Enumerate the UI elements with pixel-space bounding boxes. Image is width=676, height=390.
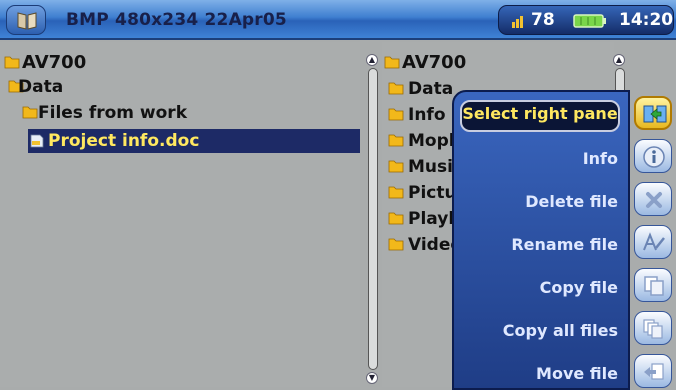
rename-icon bbox=[643, 232, 665, 251]
volume-level: 78 bbox=[531, 10, 555, 30]
folder-icon bbox=[388, 108, 404, 121]
top-bar: BMP 480x234 22Apr05 78 14:20 bbox=[0, 0, 676, 40]
tree-item-root[interactable]: AV700 bbox=[382, 52, 614, 74]
volume-icon bbox=[512, 16, 523, 28]
status-area: 78 14:20 bbox=[498, 5, 674, 35]
context-menu: Select right pane Info Delete file Renam… bbox=[452, 90, 630, 390]
tree-item-data[interactable]: Data bbox=[0, 76, 360, 98]
rename-button[interactable] bbox=[634, 225, 672, 259]
menu-icon-column bbox=[630, 90, 676, 388]
tree-item-label: Info bbox=[408, 105, 446, 125]
menu-item-move-file[interactable]: Move file bbox=[536, 360, 618, 388]
tree-item-label: Pictu bbox=[408, 183, 457, 203]
menu-item-delete-file[interactable]: Delete file bbox=[525, 188, 618, 216]
copy-all-icon bbox=[643, 319, 663, 339]
tree-item-selected-file[interactable]: Project info.doc bbox=[28, 129, 360, 153]
book-icon bbox=[17, 12, 37, 30]
clock: 14:20 bbox=[619, 10, 674, 30]
battery-icon bbox=[573, 14, 606, 28]
scroll-up-arrow[interactable]: ▲ bbox=[613, 54, 625, 66]
menu-item-rename-file[interactable]: Rename file bbox=[511, 231, 618, 259]
home-button[interactable] bbox=[6, 5, 46, 35]
copy-all-button[interactable] bbox=[634, 311, 672, 345]
folder-icon bbox=[388, 186, 404, 199]
scroll-up-arrow[interactable]: ▲ bbox=[366, 54, 378, 66]
scroll-track[interactable] bbox=[368, 68, 378, 370]
scroll-down-arrow[interactable]: ▼ bbox=[366, 372, 378, 384]
copy-icon bbox=[644, 276, 664, 296]
folder-icon bbox=[384, 56, 400, 69]
tree-item-label: AV700 bbox=[402, 52, 467, 73]
menu-item-copy-all-files[interactable]: Copy all files bbox=[503, 317, 618, 345]
tree-item-label: Data bbox=[408, 79, 454, 99]
menu-item-select-right-pane[interactable]: Select right pane bbox=[460, 100, 620, 132]
file-info-title: BMP 480x234 22Apr05 bbox=[66, 10, 287, 30]
menu-item-info[interactable]: Info bbox=[583, 145, 618, 173]
document-icon bbox=[30, 134, 44, 148]
tree-item-root[interactable]: AV700 bbox=[0, 52, 360, 74]
delete-icon bbox=[646, 192, 662, 208]
left-pane[interactable]: AV700 Data Files from work Project info.… bbox=[0, 42, 360, 387]
folder-icon bbox=[388, 212, 404, 225]
left-scrollbar[interactable]: ▲ ▼ bbox=[366, 54, 380, 384]
folder-icon bbox=[388, 238, 404, 251]
select-pane-icon bbox=[643, 105, 667, 123]
tree-item-label: AV700 bbox=[22, 52, 87, 73]
move-button[interactable] bbox=[634, 354, 672, 388]
info-icon bbox=[643, 146, 665, 168]
folder-icon bbox=[4, 56, 20, 69]
tree-item-files-from-work[interactable]: Files from work bbox=[0, 102, 360, 124]
folder-icon bbox=[388, 134, 404, 147]
info-button[interactable] bbox=[634, 139, 672, 173]
folder-icon bbox=[388, 82, 404, 95]
folder-icon bbox=[22, 106, 38, 119]
folder-icon bbox=[388, 160, 404, 173]
tree-item-label: Files from work bbox=[38, 103, 187, 123]
select-pane-button[interactable] bbox=[634, 96, 672, 130]
menu-item-copy-file[interactable]: Copy file bbox=[540, 274, 618, 302]
delete-button[interactable] bbox=[634, 182, 672, 216]
tree-item-label: Playl bbox=[408, 209, 455, 229]
move-icon bbox=[644, 363, 664, 380]
copy-button[interactable] bbox=[634, 268, 672, 302]
tree-item-label: Musi bbox=[408, 157, 453, 177]
tree-item-label: Data bbox=[18, 77, 64, 97]
tree-item-label: Project info.doc bbox=[48, 131, 200, 151]
